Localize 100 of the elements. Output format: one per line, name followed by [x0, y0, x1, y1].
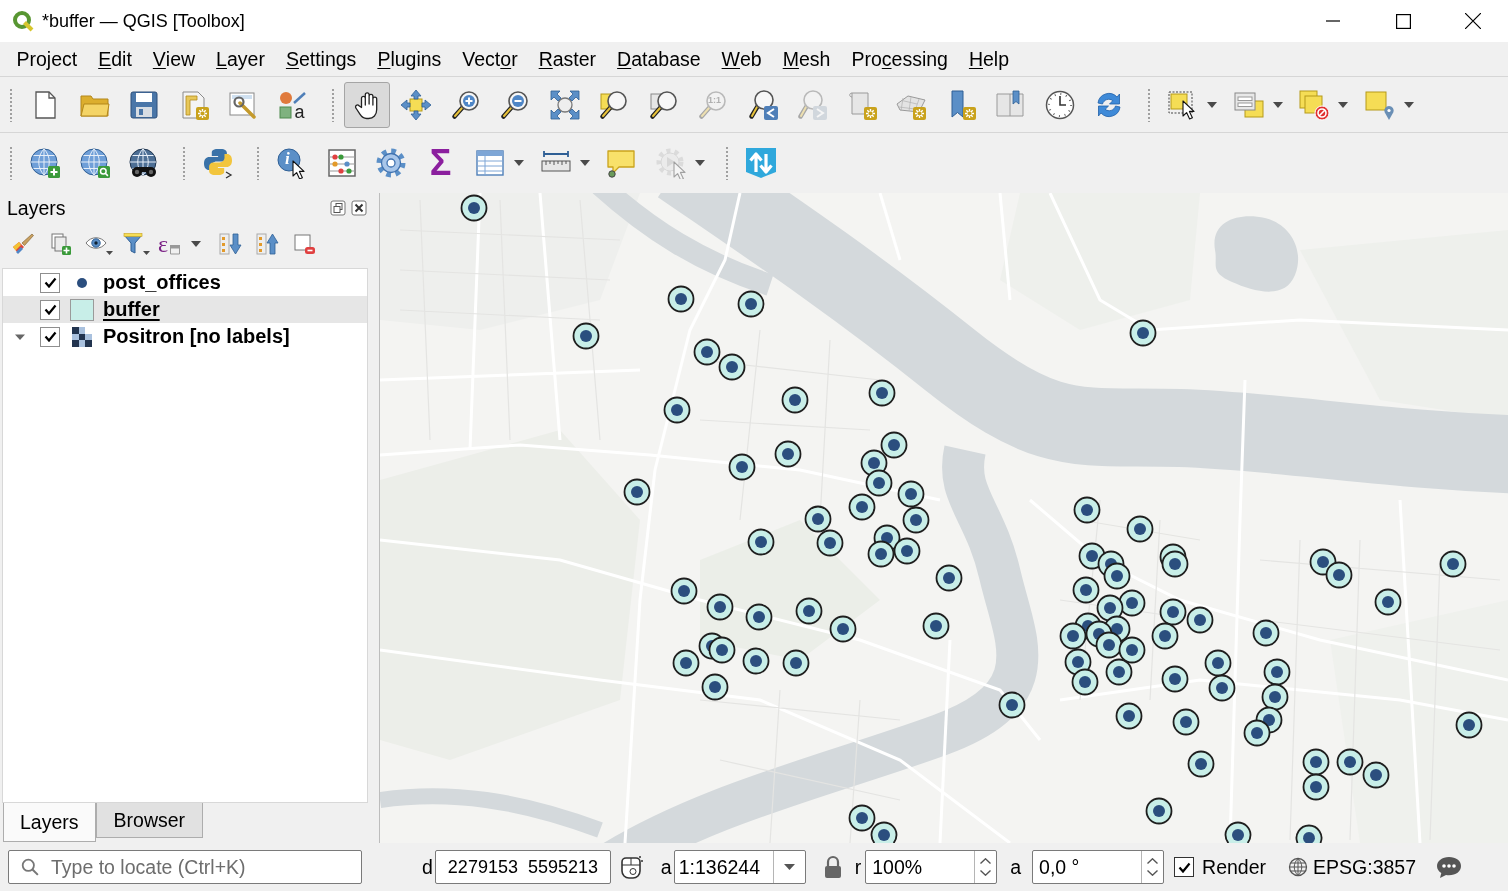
point-marker [1336, 748, 1364, 776]
menu-item[interactable]: Web [711, 44, 773, 74]
menu-item[interactable]: Database [606, 44, 712, 74]
point-marker [708, 636, 736, 664]
menu-item[interactable]: Vector [451, 44, 529, 74]
point-marker [1095, 631, 1123, 659]
toolbar-handle[interactable] [1147, 87, 1151, 122]
point-marker [897, 480, 925, 508]
point-marker [745, 603, 773, 631]
menu-item[interactable]: Edit [87, 44, 143, 74]
magnifier-forward-icon [796, 88, 828, 121]
point-marker [1263, 658, 1291, 686]
style-manager-button[interactable]: a [269, 81, 316, 128]
expand-arrows-icon [548, 88, 581, 121]
menu-item[interactable]: Processing [840, 44, 959, 74]
point-marker [737, 290, 765, 318]
messages-button[interactable] [1436, 855, 1462, 879]
magnifier-icon [697, 88, 729, 121]
speech-bubble-icon [605, 147, 637, 179]
window-title: *buffer — QGIS [Toolbox] [42, 10, 246, 32]
lock-icon [822, 855, 843, 879]
menu-item[interactable]: Project [6, 44, 88, 74]
search-icon [21, 858, 39, 876]
spin-down-icon [980, 870, 992, 876]
point-marker [998, 691, 1026, 719]
zoom-in-icon [449, 88, 482, 121]
menu-item[interactable]: Settings [275, 44, 367, 74]
magnifier-back-icon [746, 88, 779, 121]
menu-item[interactable]: Mesh [772, 44, 841, 74]
caret-icon [1207, 101, 1217, 108]
point-marker [1129, 319, 1157, 347]
layer-checkbox[interactable] [40, 326, 60, 347]
point-marker [1105, 658, 1133, 686]
point-marker [1224, 821, 1252, 843]
render-checkbox[interactable] [1174, 857, 1195, 877]
menu-item[interactable]: Plugins [366, 44, 452, 74]
raster-layer-icon [72, 326, 92, 347]
point-marker [667, 285, 695, 313]
layer-checkbox[interactable] [40, 272, 60, 293]
rotation-spinbox[interactable]: 0,0 ° [1032, 850, 1165, 884]
magnifier-spinbox[interactable]: 100% [865, 850, 998, 884]
caret-icon [143, 251, 150, 255]
point-marker [1302, 773, 1330, 801]
statistical-summary-button[interactable]: Σ [417, 140, 464, 186]
point-marker [1126, 515, 1154, 543]
pan-map-button[interactable] [343, 81, 390, 128]
menu-item[interactable]: View [142, 44, 206, 74]
menu-item[interactable]: Layer [205, 44, 276, 74]
caret-icon [694, 160, 705, 166]
toolbar-handle[interactable] [256, 146, 260, 180]
caret-icon [106, 251, 113, 255]
caret-icon [191, 241, 202, 247]
globe-icon [1288, 857, 1309, 877]
caret-icon [514, 160, 524, 166]
collapse-up-icon [255, 232, 279, 256]
expand-down-icon [218, 232, 242, 256]
point-marker [1374, 588, 1402, 616]
point-marker [1252, 619, 1280, 647]
float-panel-button[interactable] [330, 200, 346, 216]
point-marker [1325, 561, 1353, 589]
point-marker [706, 593, 734, 621]
filter-by-expression-button[interactable]: ε [154, 228, 210, 260]
globe-binoculars-icon [128, 147, 160, 179]
point-marker [868, 379, 896, 407]
spin-down-icon [1147, 870, 1159, 876]
point-marker [1208, 674, 1236, 702]
coordinate-label: d [422, 855, 433, 879]
close-icon [351, 200, 367, 216]
layer-checkbox[interactable] [40, 299, 60, 320]
point-marker [1172, 708, 1200, 736]
panel-tab[interactable]: Browser [95, 803, 204, 838]
point-marker [781, 386, 809, 414]
menu-item[interactable]: Raster [528, 44, 607, 74]
close-panel-button[interactable] [351, 200, 367, 216]
scale-combo-box[interactable]: 1:136244 [673, 850, 806, 884]
point-marker [870, 821, 898, 843]
toolbar-handle[interactable] [182, 146, 186, 180]
menu-item[interactable]: Help [958, 44, 1020, 74]
coordinate-field[interactable]: 2279153 5595213 [434, 850, 611, 884]
render-label: Render [1202, 855, 1267, 879]
locator-search-field[interactable]: Type to locate (Ctrl+K) [8, 850, 362, 884]
point-marker [774, 440, 802, 468]
scale-label: a [660, 855, 672, 879]
toolbar-handle[interactable] [9, 146, 13, 180]
point-marker [1439, 550, 1467, 578]
point-marker [672, 649, 700, 677]
gear-icon [375, 147, 407, 179]
point-marker [782, 649, 810, 677]
globe-search-icon [78, 147, 111, 179]
toolbar-handle[interactable] [9, 87, 13, 122]
extents-toggle-button[interactable] [618, 854, 643, 880]
point-marker [1204, 649, 1232, 677]
globe-plus-icon [29, 147, 61, 179]
magnifier-icon [598, 88, 630, 121]
layer-row[interactable]: buffer [3, 296, 367, 323]
crs-button[interactable]: EPSG:3857 [1288, 855, 1417, 879]
point-marker [848, 493, 876, 521]
point-marker [829, 615, 857, 643]
lock-scale-button[interactable] [822, 855, 843, 879]
panel-tab[interactable]: Layers [3, 803, 96, 842]
